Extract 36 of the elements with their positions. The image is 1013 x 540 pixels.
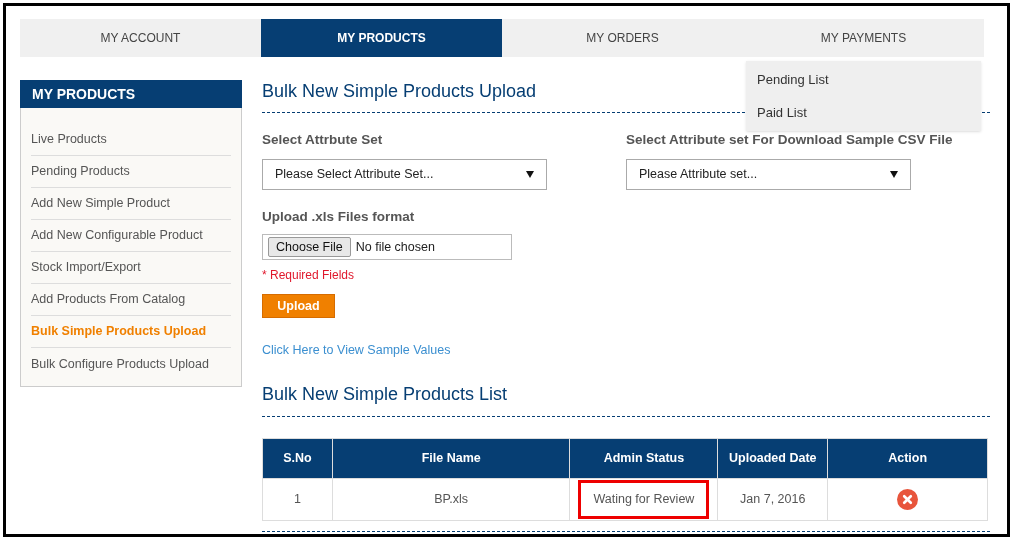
sidebar-link[interactable]: Pending Products — [31, 162, 130, 181]
field-label: Upload .xls Files format — [262, 208, 415, 226]
field-label: Select Attribute set For Download Sample CSV File — [626, 131, 953, 149]
column-header: Admin Status — [570, 438, 718, 479]
nav-tab[interactable]: MY PAYMENTS — [743, 19, 984, 57]
dropdown-arrow-icon — [526, 171, 534, 178]
sidebar-link[interactable]: Add Products From Catalog — [31, 290, 186, 309]
menu-item[interactable]: Pending List — [746, 63, 981, 96]
sample-values-link[interactable]: Click Here to View Sample Values — [262, 341, 451, 360]
column-header: S.No — [262, 438, 333, 479]
menu-item[interactable]: Paid List — [746, 96, 981, 129]
section-title: Bulk New Simple Products List — [262, 383, 508, 405]
section-title: Bulk New Simple Products Upload — [262, 80, 537, 102]
table-cell: BP.xls — [332, 478, 570, 521]
sidebar-link[interactable]: Bulk Configure Products Upload — [31, 354, 209, 374]
delete-icon[interactable] — [897, 489, 919, 510]
nav-tab[interactable]: MY ACCOUNT — [20, 19, 261, 57]
sidebar-link[interactable]: Add New Simple Product — [31, 194, 170, 213]
status-text: Wating for Review — [578, 480, 710, 519]
nav-tab[interactable]: MY PRODUCTS — [261, 19, 502, 57]
sidebar-link[interactable]: Live Products — [31, 130, 107, 149]
sample-attribute-set-select[interactable]: Please Attribute set... — [626, 159, 911, 190]
attribute-set-select[interactable]: Please Select Attribute Set... — [262, 159, 547, 190]
field-label: Select Attrbute Set — [262, 131, 383, 149]
table-cell: 1 — [262, 478, 333, 521]
column-header: Action — [827, 438, 988, 479]
dropdown-arrow-icon — [890, 171, 898, 178]
required-note: * Required Fields — [262, 267, 355, 284]
sidebar-title: MY PRODUCTS — [20, 80, 242, 108]
table-cell: Jan 7, 2016 — [717, 478, 828, 521]
column-header: File Name — [332, 438, 570, 479]
sidebar-link[interactable]: Add New Configurable Product — [31, 226, 203, 245]
file-input[interactable]: Choose File No file chosen — [262, 234, 512, 260]
nav-tab[interactable]: MY ORDERS — [502, 19, 743, 57]
sidebar-link[interactable]: Stock Import/Export — [31, 258, 141, 277]
column-header: Uploaded Date — [717, 438, 828, 479]
